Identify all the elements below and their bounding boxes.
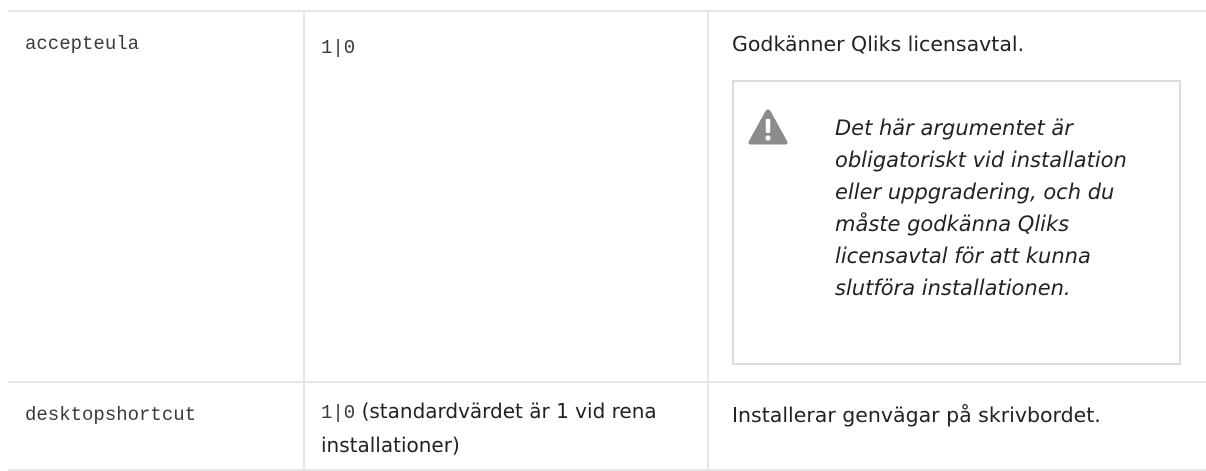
table-row: accepteula 1|0 Godkänner Qliks licensavt…: [8, 10, 1206, 383]
description-cell: Godkänner Qliks licensavtal. Det här arg…: [707, 10, 1206, 383]
argument-description: Godkänner Qliks licensavtal.: [732, 32, 1025, 56]
argument-description: Installerar genvägar på skrivbordet.: [732, 403, 1101, 427]
argument-name: accepteula: [25, 33, 140, 55]
values-code: 1|0: [321, 37, 356, 59]
description-block: Godkänner Qliks licensavtal. Det här arg…: [709, 12, 1206, 381]
values-cell: 1|0 (standardvärdet är 1 vid rena instal…: [303, 381, 708, 471]
warning-note: Det här argumentet är obligatoriskt vid …: [732, 80, 1181, 365]
argument-values: 1|0 (standardvärdet är 1 vid rena instal…: [305, 383, 707, 461]
argument-name: desktopshortcut: [25, 404, 197, 426]
values-cell: 1|0: [303, 10, 708, 383]
values-code: 1|0: [321, 402, 356, 424]
table-row: desktopshortcut 1|0 (standardvärdet är 1…: [8, 381, 1206, 471]
argument-cell: accepteula: [8, 10, 304, 383]
description-cell: Installerar genvägar på skrivbordet.: [707, 381, 1206, 471]
warning-text: Det här argumentet är obligatoriskt vid …: [835, 116, 1127, 300]
warning-icon: [748, 109, 788, 145]
argument-values: 1|0: [305, 12, 707, 64]
arguments-table: accepteula 1|0 Godkänner Qliks licensavt…: [8, 10, 1206, 471]
argument-cell: desktopshortcut: [8, 381, 304, 471]
values-text: (standardvärdet är 1 vid rena installati…: [321, 399, 657, 457]
